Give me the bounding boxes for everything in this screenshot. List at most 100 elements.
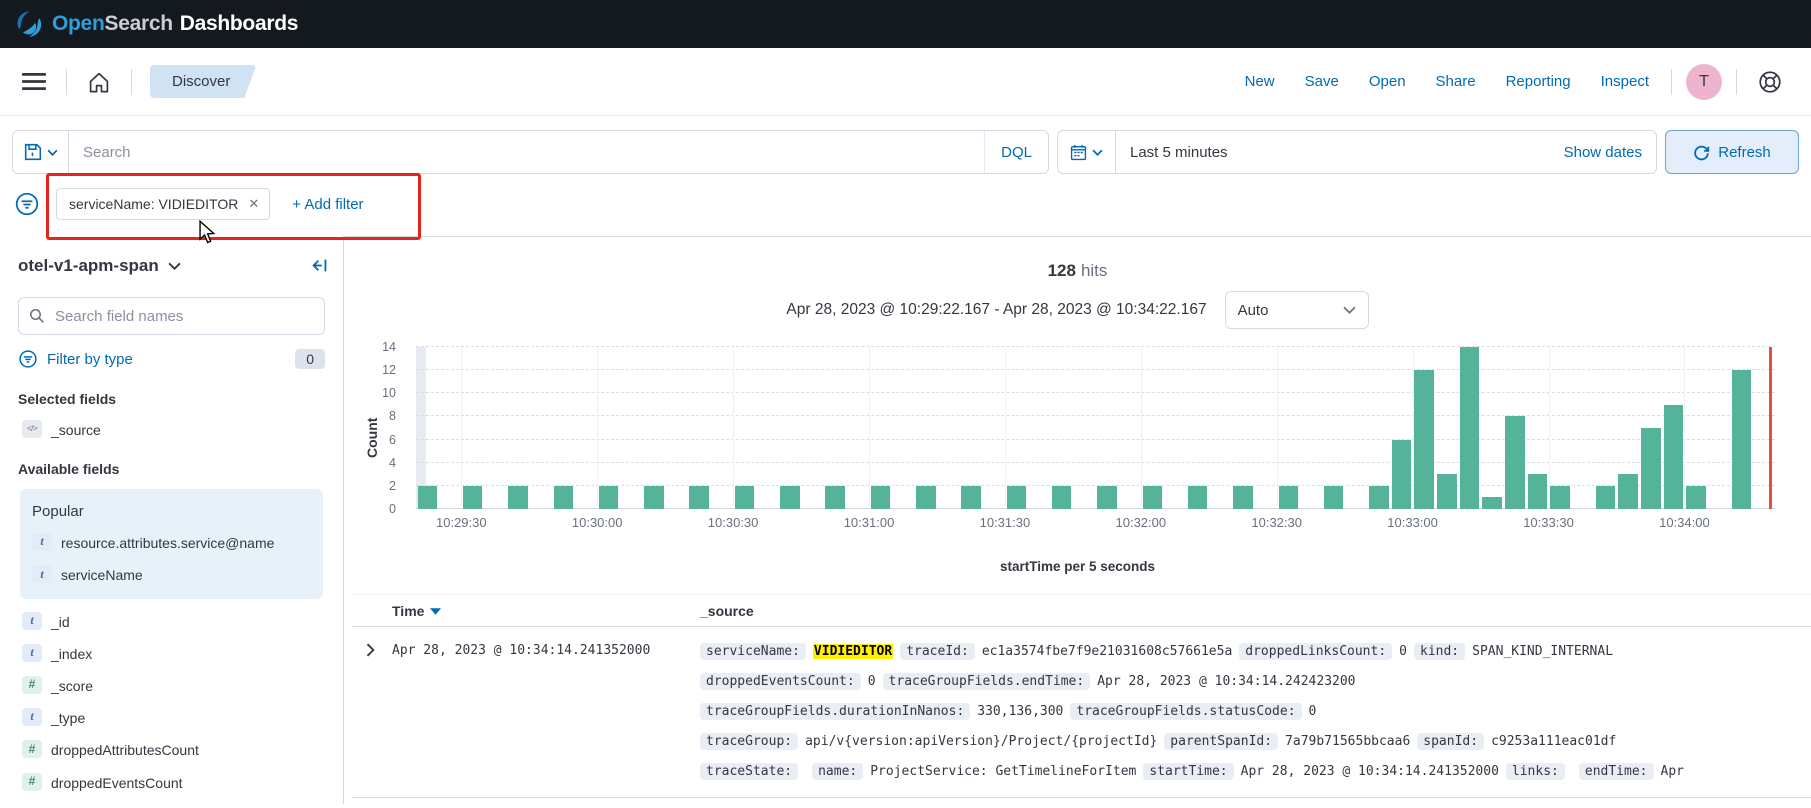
histogram-bucket bbox=[552, 347, 575, 509]
interval-select[interactable]: Auto bbox=[1225, 291, 1369, 329]
field-item-_id[interactable]: t_id bbox=[22, 613, 325, 631]
field-value: Apr bbox=[1661, 764, 1684, 779]
opensearch-logo-icon bbox=[14, 9, 44, 39]
popular-fields-list: tresource.attributes.service@name tservic… bbox=[20, 534, 323, 584]
table-header: Time _source bbox=[352, 594, 1811, 627]
field-item-_source[interactable]: </>_source bbox=[22, 421, 325, 439]
x-tick-label: 10:33:00 bbox=[1387, 515, 1438, 530]
histogram-bucket bbox=[1345, 347, 1368, 509]
refresh-button[interactable]: Refresh bbox=[1665, 130, 1799, 174]
histogram-bucket bbox=[982, 347, 1005, 509]
nav-link-new[interactable]: New bbox=[1245, 73, 1275, 90]
histogram-plot[interactable] bbox=[416, 347, 1775, 509]
histogram-bucket bbox=[1005, 347, 1028, 509]
source-column-header: _source bbox=[700, 603, 1811, 619]
histogram-bar bbox=[1188, 486, 1207, 509]
nav-link-save[interactable]: Save bbox=[1305, 73, 1339, 90]
y-tick-label-0: 0 bbox=[389, 502, 396, 516]
remove-filter-icon[interactable]: ✕ bbox=[248, 196, 259, 212]
content: otel-v1-apm-span Filter by type 0 bbox=[0, 236, 1811, 804]
x-tick-label: 10:34:00 bbox=[1659, 515, 1710, 530]
source-line: traceState:name:ProjectService: GetTimel… bbox=[700, 763, 1807, 780]
field-name: _id bbox=[51, 613, 70, 631]
field-search bbox=[18, 297, 325, 335]
field-type-icon-source: </> bbox=[22, 420, 42, 438]
table-row: Apr 28, 2023 @ 10:34:14.241352000 servic… bbox=[352, 627, 1811, 798]
time-column-header[interactable]: Time bbox=[392, 603, 700, 619]
filter-bar: serviceName: VIDIEDITOR ✕ + Add filter bbox=[0, 182, 1811, 236]
field-item-droppedEventsCount[interactable]: #droppedEventsCount bbox=[22, 774, 325, 792]
filter-options-button[interactable] bbox=[14, 191, 40, 217]
histogram-bucket bbox=[416, 347, 439, 509]
nav-link-share[interactable]: Share bbox=[1436, 73, 1476, 90]
histogram-bucket bbox=[461, 347, 484, 509]
query-language-button[interactable]: DQL bbox=[984, 131, 1048, 173]
field-item-droppedAttributesCount[interactable]: #droppedAttributesCount bbox=[22, 741, 325, 759]
field-name: droppedAttributesCount bbox=[51, 741, 199, 759]
histogram-bar bbox=[1505, 416, 1524, 509]
histogram-bar bbox=[1528, 474, 1547, 509]
menu-button[interactable] bbox=[16, 66, 52, 97]
show-dates-button[interactable]: Show dates bbox=[1550, 144, 1656, 161]
navbar-left: Discover bbox=[16, 64, 256, 100]
field-item-resource.attributes.service@name[interactable]: tresource.attributes.service@name bbox=[32, 534, 305, 552]
field-key-pill: name: bbox=[812, 763, 863, 780]
avatar[interactable]: T bbox=[1686, 64, 1722, 100]
saved-query-button[interactable] bbox=[13, 131, 69, 173]
search-input[interactable] bbox=[69, 144, 984, 161]
calendar-icon bbox=[1070, 144, 1087, 161]
histogram-bucket bbox=[1413, 347, 1436, 509]
field-item-serviceName[interactable]: tserviceName bbox=[32, 566, 305, 584]
field-type-icon-number: # bbox=[22, 676, 42, 694]
date-quick-select-button[interactable] bbox=[1058, 131, 1116, 173]
field-item-_index[interactable]: t_index bbox=[22, 645, 325, 663]
index-pattern-selector[interactable]: otel-v1-apm-span bbox=[18, 256, 181, 276]
histogram-bucket bbox=[1730, 347, 1753, 509]
histogram-bucket bbox=[620, 347, 643, 509]
field-value: 7a79b71565bbcaa6 bbox=[1285, 734, 1410, 749]
histogram-bucket bbox=[1186, 347, 1209, 509]
field-item-_type[interactable]: t_type bbox=[22, 709, 325, 727]
histogram-bar bbox=[1618, 474, 1637, 509]
field-key-pill: spanId: bbox=[1417, 733, 1484, 750]
collapse-sidebar-button[interactable] bbox=[304, 250, 335, 281]
home-button[interactable] bbox=[81, 64, 117, 100]
add-filter-button[interactable]: + Add filter bbox=[286, 195, 369, 214]
breadcrumb-discover[interactable]: Discover bbox=[150, 65, 256, 98]
histogram-bucket bbox=[484, 347, 507, 509]
time-range-value[interactable]: Last 5 minutes bbox=[1116, 144, 1550, 161]
nav-link-reporting[interactable]: Reporting bbox=[1506, 73, 1571, 90]
histogram-bar bbox=[916, 486, 935, 509]
field-item-_score[interactable]: # _score bbox=[22, 677, 325, 695]
histogram-bucket bbox=[1639, 347, 1662, 509]
field-name: _score bbox=[51, 677, 93, 695]
filter-by-type[interactable]: Filter by type 0 bbox=[18, 349, 325, 369]
field-key-pill: traceGroupFields.endTime: bbox=[883, 673, 1091, 690]
field-search-input[interactable] bbox=[53, 307, 314, 326]
source-line: traceGroupFields.durationInNanos:330,136… bbox=[700, 703, 1807, 720]
histogram-bar bbox=[508, 486, 527, 509]
histogram-bar bbox=[1686, 486, 1705, 509]
field-value: 0 bbox=[1309, 704, 1317, 719]
histogram-bar bbox=[1143, 486, 1162, 509]
field-key-pill: traceState: bbox=[700, 763, 798, 780]
nav-link-inspect[interactable]: Inspect bbox=[1601, 73, 1649, 90]
histogram-bucket bbox=[756, 347, 779, 509]
histogram-bucket bbox=[1662, 347, 1685, 509]
help-button[interactable] bbox=[1751, 63, 1789, 101]
histogram-bucket bbox=[1753, 347, 1776, 509]
field-key-pill: endTime: bbox=[1579, 763, 1654, 780]
histogram-bar bbox=[1414, 370, 1433, 509]
chevron-down-icon bbox=[1092, 149, 1103, 156]
histogram-bar bbox=[825, 486, 844, 509]
nav-link-open[interactable]: Open bbox=[1369, 73, 1406, 90]
field-value: api/v{version:apiVersion}/Project/{proje… bbox=[805, 734, 1157, 749]
histogram-bar bbox=[1369, 486, 1388, 509]
filter-pill-servicename[interactable]: serviceName: VIDIEDITOR ✕ bbox=[56, 188, 270, 220]
histogram-bucket bbox=[846, 347, 869, 509]
source-line: serviceName:VIDIEDITORtraceId:ec1a3574fb… bbox=[700, 643, 1807, 660]
row-source: serviceName:VIDIEDITORtraceId:ec1a3574fb… bbox=[700, 643, 1811, 793]
expand-row-button[interactable] bbox=[352, 643, 392, 793]
field-name: _index bbox=[51, 645, 92, 663]
histogram-bar bbox=[1732, 370, 1751, 509]
